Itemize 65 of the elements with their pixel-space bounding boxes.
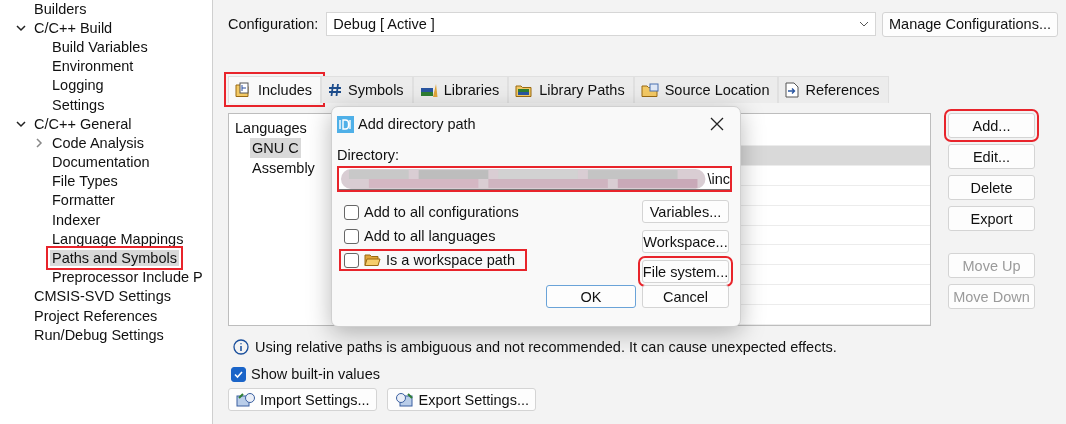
tree-item[interactable]: Logging [50, 77, 106, 94]
tree-item[interactable]: Environment [50, 58, 136, 75]
include-folder-icon [235, 82, 252, 98]
checkbox-label: Is a workspace path [386, 252, 515, 268]
source-folder-icon [640, 82, 659, 98]
side-button[interactable]: Export [948, 206, 1035, 231]
tab[interactable]: Source Location [633, 76, 779, 103]
export-icon [393, 391, 416, 408]
dialog-button[interactable]: Workspace... [642, 230, 729, 253]
checkbox[interactable] [231, 366, 246, 382]
tree-item[interactable]: Run/Debug Settings [32, 326, 166, 343]
option-row[interactable]: Add to all languages [339, 225, 527, 247]
tree-item[interactable]: C/C++ General [32, 115, 134, 132]
language-item[interactable]: Assembly [250, 158, 317, 178]
tree-item[interactable]: Project References [32, 307, 160, 324]
import-icon [235, 391, 257, 408]
side-button[interactable]: Delete [948, 175, 1035, 200]
directory-label: Directory: [337, 147, 401, 163]
chevron-down-icon [859, 21, 869, 27]
manage-configurations-button[interactable]: Manage Configurations... [882, 11, 1058, 37]
ide-logo-icon [337, 115, 354, 133]
checkbox[interactable] [344, 204, 359, 220]
tree-item[interactable]: Code Analysis [50, 134, 146, 151]
tree-item[interactable]: Indexer [50, 211, 103, 228]
checkbox-label: Show built-in values [251, 366, 380, 382]
directory-field[interactable]: \inc [337, 166, 732, 192]
configuration-label: Configuration: [228, 16, 319, 32]
hash-icon [328, 83, 342, 97]
tree-item[interactable]: CMSIS-SVD Settings [32, 288, 173, 305]
tree-item[interactable]: Build Variables [50, 38, 150, 55]
tab[interactable]: Symbols [321, 76, 413, 103]
tab[interactable]: References [778, 76, 889, 103]
side-button[interactable]: Edit... [948, 144, 1035, 169]
info-icon [233, 339, 249, 355]
tree-item[interactable]: Preprocessor Include P [50, 269, 205, 286]
tree-item[interactable]: Language Mappings [50, 230, 186, 247]
configuration-dropdown[interactable]: Debug [ Active ] [326, 12, 876, 36]
checkbox-label: Add to all configurations [364, 204, 519, 220]
checkbox-label: Add to all languages [364, 228, 496, 244]
open-folder-icon [364, 253, 381, 267]
dialog-button[interactable]: Variables... [642, 200, 729, 223]
document-arrow-icon [785, 82, 800, 98]
settings-button[interactable]: Import Settings... [228, 388, 377, 411]
list-heading: Languages [234, 119, 308, 138]
tab[interactable]: Libraries [412, 76, 509, 103]
option-row[interactable]: Add to all configurations [339, 201, 527, 223]
ok-button[interactable]: OK [546, 285, 636, 308]
tree-item[interactable]: Settings [50, 96, 107, 113]
directory-value: \inc [707, 171, 730, 187]
info-text: Using relative paths is ambiguous and not recommended. It can cause unexpected effects. [255, 339, 837, 355]
tree-item[interactable]: Formatter [50, 192, 117, 209]
tab[interactable]: Library Paths [508, 76, 634, 103]
tree-item[interactable]: Documentation [50, 154, 152, 171]
cancel-button[interactable]: Cancel [642, 285, 729, 308]
folder-books-icon [515, 82, 534, 98]
tree-item[interactable]: C/C++ Build [32, 19, 115, 36]
checkbox[interactable] [344, 252, 359, 268]
checkbox[interactable] [344, 228, 359, 244]
settings-button[interactable]: Export Settings... [386, 388, 537, 411]
close-icon[interactable] [710, 117, 724, 131]
dialog-title: Add directory path [358, 116, 477, 132]
language-item[interactable]: GNU C [250, 138, 301, 158]
tree-item[interactable]: Builders [32, 0, 89, 17]
option-row[interactable]: Is a workspace path [339, 249, 527, 271]
tree-item[interactable]: File Types [50, 173, 120, 190]
